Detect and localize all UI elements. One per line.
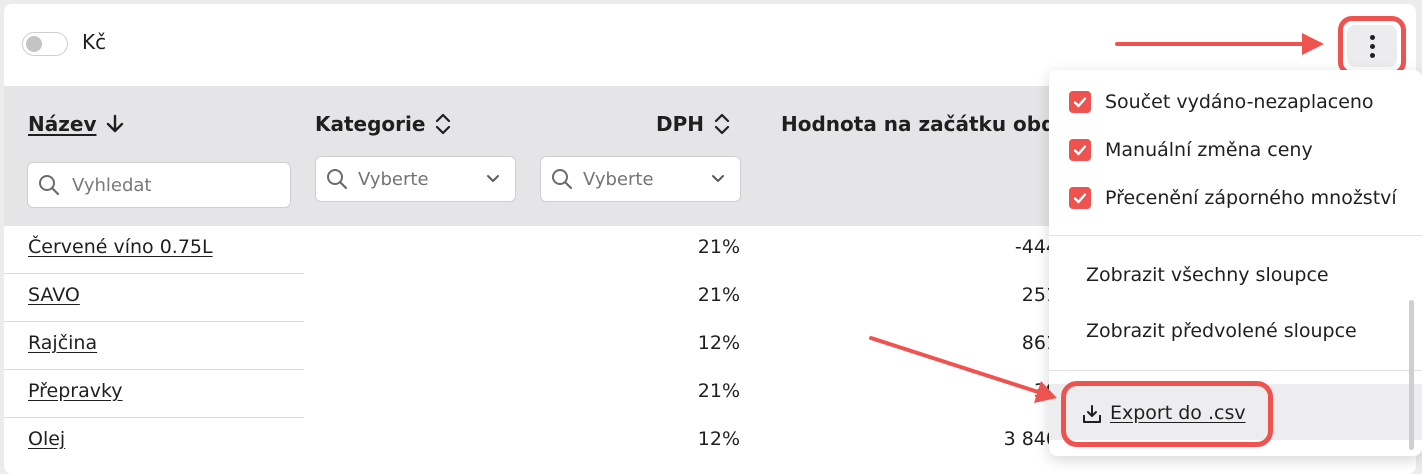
- column-start-value-label: Hodnota na začátku obdo: [781, 112, 1070, 136]
- toggle-knob: [26, 36, 42, 52]
- row-vat: 21%: [697, 380, 740, 402]
- vat-select[interactable]: Vyberte: [540, 156, 741, 202]
- row-vat: 12%: [697, 332, 740, 354]
- vat-select-placeholder: Vyberte: [583, 168, 654, 190]
- chevron-down-icon: [487, 175, 499, 182]
- search-icon: [552, 169, 573, 190]
- column-header-start-value[interactable]: Hodnota na začátku obdo: [781, 112, 1069, 136]
- row-name-link[interactable]: Přepravky: [28, 380, 123, 402]
- arrow-down-icon: [107, 114, 124, 133]
- menu-item-label: Přecenění záporného množství: [1105, 187, 1397, 209]
- chevron-down-icon: [712, 175, 724, 182]
- table-row: Olej 12% 3 840: [4, 418, 1064, 466]
- check-icon: [1073, 145, 1087, 156]
- check-icon: [1073, 193, 1087, 204]
- category-select-placeholder: Vyberte: [358, 168, 429, 190]
- column-header-vat[interactable]: DPH: [656, 112, 730, 136]
- check-icon: [1073, 97, 1087, 108]
- row-name-link[interactable]: SAVO: [28, 284, 80, 306]
- row-name-link[interactable]: Červené víno 0.75L: [28, 236, 213, 258]
- sort-updown-icon: [436, 113, 451, 135]
- name-search-input[interactable]: [70, 173, 254, 197]
- search-icon: [39, 175, 60, 196]
- table-row: SAVO 21% 251: [4, 274, 1064, 322]
- column-header-name[interactable]: Název: [28, 112, 124, 136]
- menu-divider: [1049, 235, 1422, 236]
- row-name-link[interactable]: Rajčina: [28, 332, 97, 354]
- name-search-field[interactable]: [27, 162, 291, 208]
- column-vat-label: DPH: [656, 112, 704, 136]
- row-vat: 21%: [697, 236, 740, 258]
- menu-item-negative-revaluation[interactable]: Přecenění záporného množství: [1069, 187, 1397, 209]
- show-all-columns[interactable]: Zobrazit všechny sloupce: [1086, 264, 1329, 286]
- menu-item-label: Součet vydáno-nezaplaceno: [1105, 91, 1374, 113]
- column-category-label: Kategorie: [315, 112, 426, 136]
- currency-toggle[interactable]: [22, 32, 68, 56]
- search-icon: [327, 169, 348, 190]
- menu-item-manual-price-change[interactable]: Manuální změna ceny: [1069, 139, 1313, 161]
- menu-item-label: Manuální změna ceny: [1105, 139, 1313, 161]
- column-name-label: Název: [28, 112, 97, 136]
- checkbox-checked[interactable]: [1069, 139, 1091, 161]
- column-header-category[interactable]: Kategorie: [315, 112, 451, 136]
- row-vat: 21%: [697, 284, 740, 306]
- more-options-button[interactable]: [1338, 16, 1406, 76]
- currency-label: Kč: [82, 30, 107, 54]
- table-row: Rajčina 12% 861: [4, 322, 1064, 370]
- menu-item-sum-unpaid[interactable]: Součet vydáno-nezaplaceno: [1069, 91, 1374, 113]
- checkbox-checked[interactable]: [1069, 187, 1091, 209]
- category-select[interactable]: Vyberte: [315, 156, 516, 202]
- menu-scrollbar[interactable]: [1409, 300, 1414, 450]
- checkbox-checked[interactable]: [1069, 91, 1091, 113]
- show-default-columns[interactable]: Zobrazit předvolené sloupce: [1086, 320, 1357, 342]
- kebab-menu-icon: [1347, 25, 1397, 67]
- table-row: Červené víno 0.75L 21% -444: [4, 226, 1064, 274]
- menu-divider: [1049, 370, 1422, 371]
- export-highlight: [1061, 381, 1273, 447]
- sort-updown-icon: [714, 113, 730, 135]
- table-row: Přepravky 21% 39: [4, 370, 1064, 418]
- row-vat: 12%: [697, 428, 740, 450]
- row-name-link[interactable]: Olej: [28, 428, 65, 450]
